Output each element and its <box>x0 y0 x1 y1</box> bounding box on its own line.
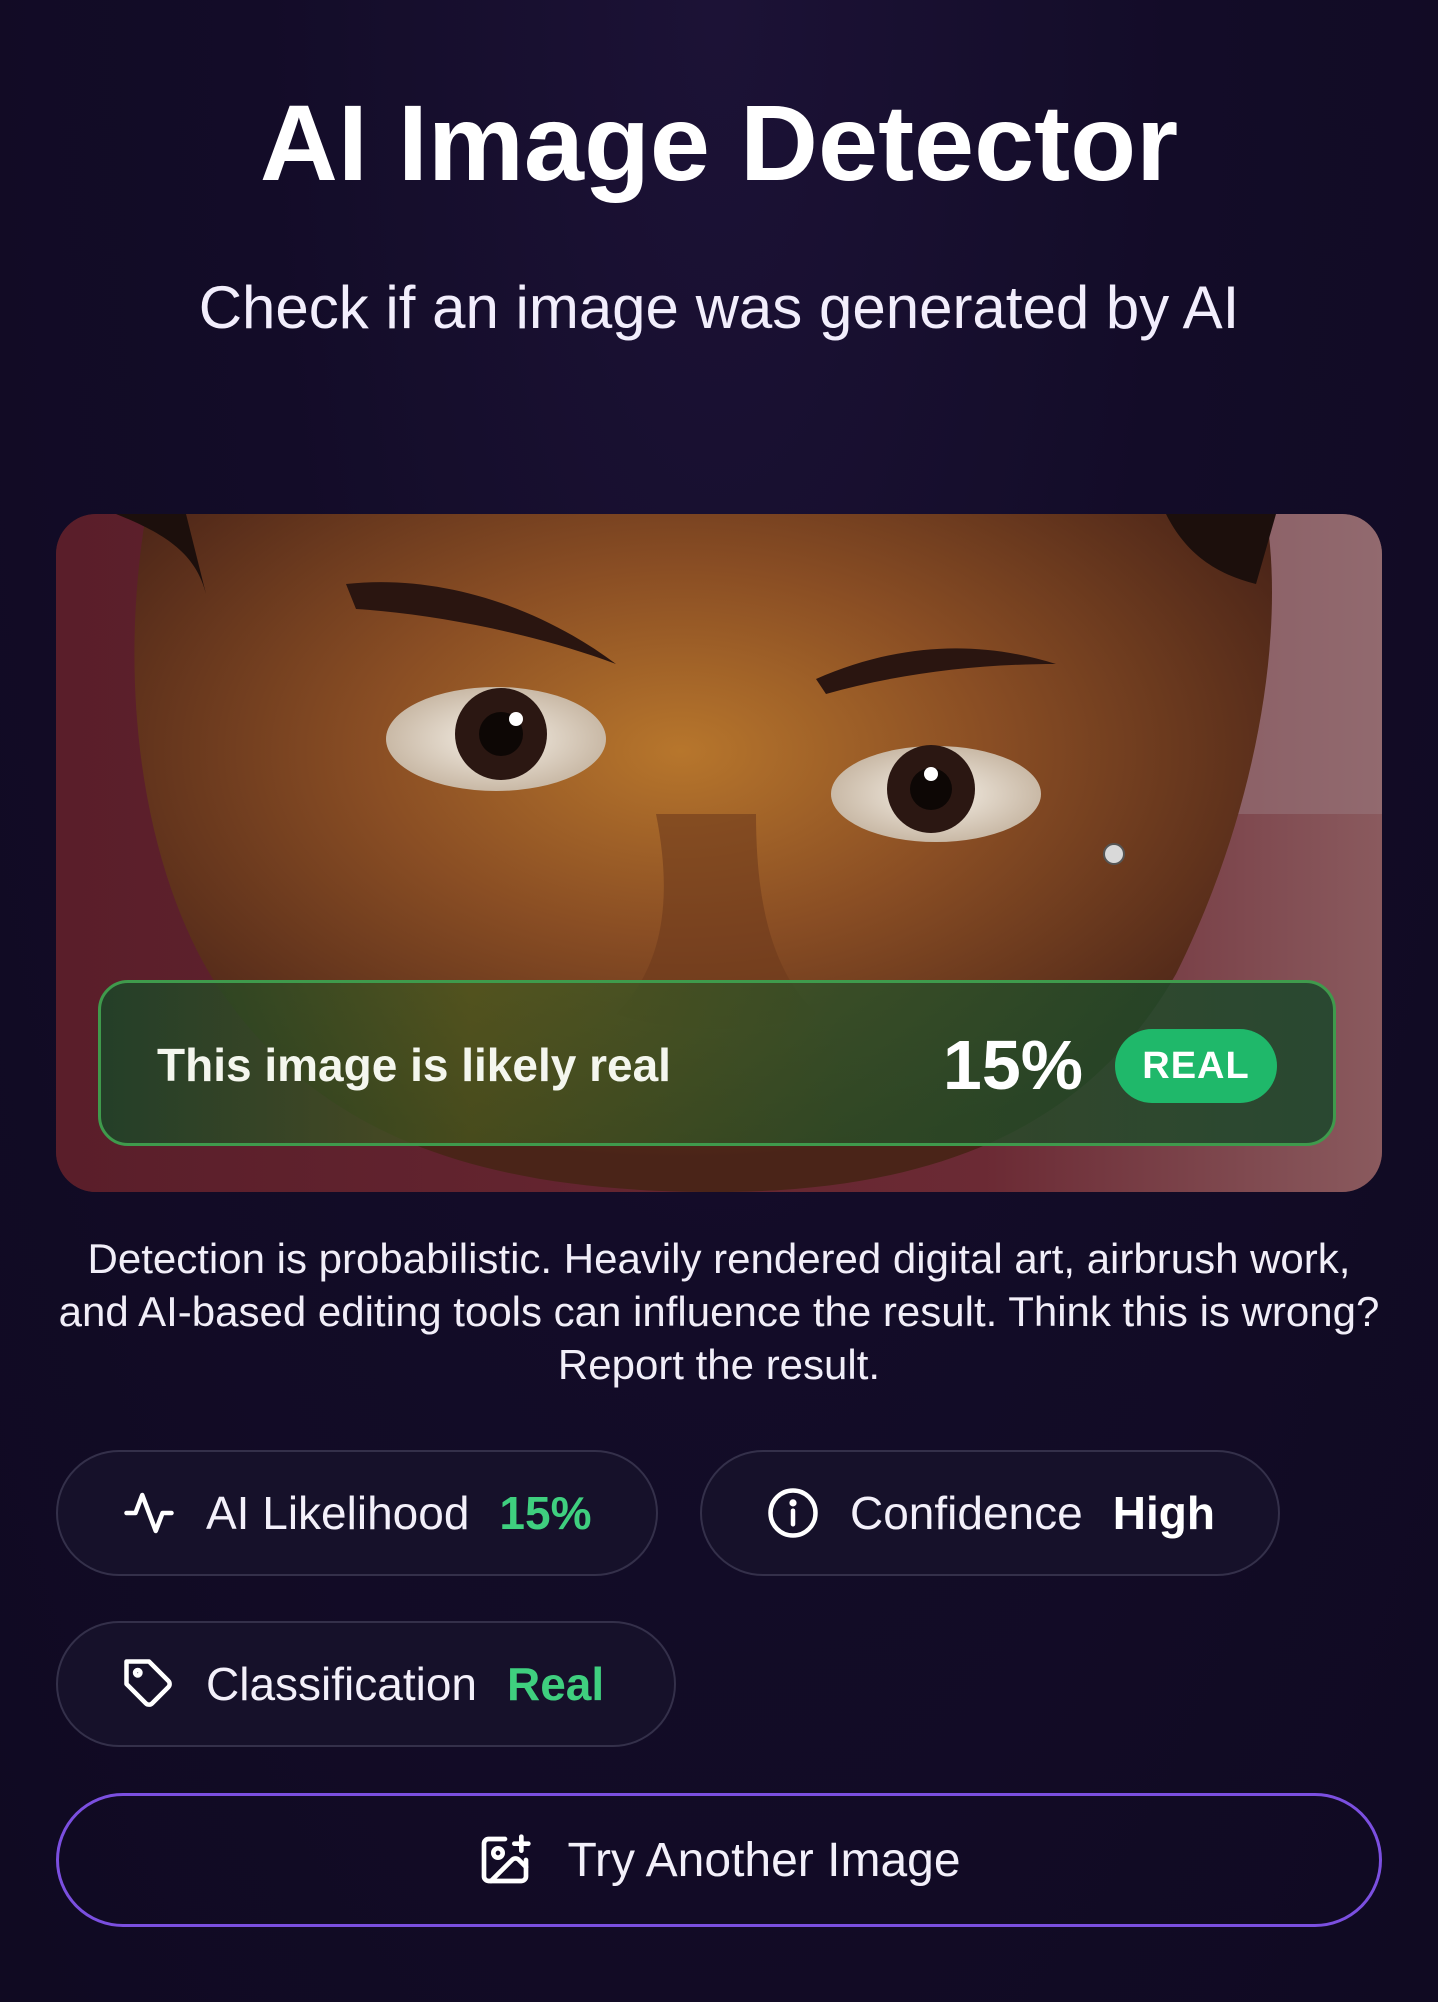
result-message: This image is likely real <box>157 1039 671 1091</box>
confidence-pill: Confidence High <box>700 1450 1280 1576</box>
classification-pill: Classification Real <box>56 1621 676 1747</box>
activity-icon <box>122 1486 176 1540</box>
info-icon <box>766 1486 820 1540</box>
confidence-label: Confidence <box>850 1487 1083 1539</box>
try-another-image-button[interactable]: Try Another Image <box>56 1793 1382 1927</box>
app-screen: AI Image Detector Check if an image was … <box>0 0 1438 2002</box>
try-another-image-label: Try Another Image <box>567 1833 961 1887</box>
result-percent: 15% <box>942 1026 1083 1104</box>
image-plus-icon <box>477 1832 533 1888</box>
uploaded-image-card: This image is likely real 15% REAL <box>56 514 1382 1192</box>
page-subtitle: Check if an image was generated by AI <box>198 274 1240 341</box>
tag-icon <box>122 1657 176 1711</box>
classification-label: Classification <box>206 1658 477 1710</box>
confidence-value: High <box>1112 1487 1215 1539</box>
ai-likelihood-pill: AI Likelihood 15% <box>56 1450 658 1576</box>
classification-value: Real <box>507 1658 605 1710</box>
ai-likelihood-value: 15% <box>499 1487 592 1539</box>
result-banner: This image is likely real 15% REAL <box>98 980 1336 1146</box>
ai-likelihood-label: AI Likelihood <box>206 1487 470 1539</box>
disclaimer-text: Detection is probabilistic. Heavily rend… <box>58 1235 1380 1388</box>
page-title: AI Image Detector <box>259 82 1179 203</box>
result-badge: REAL <box>1115 1029 1277 1103</box>
